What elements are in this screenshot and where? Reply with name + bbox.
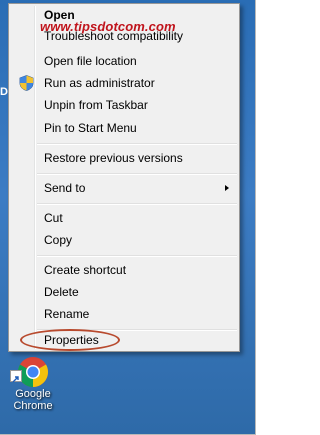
- context-menu: Open Troubleshoot compatibility Open fil…: [8, 3, 240, 352]
- menu-separator: [37, 143, 237, 145]
- menu-separator: [37, 173, 237, 175]
- shortcut-label-line1: Google: [15, 388, 51, 400]
- menu-item-delete[interactable]: Delete: [11, 281, 237, 303]
- menu-item-label: Properties: [44, 333, 99, 347]
- menu-separator: [37, 255, 237, 257]
- menu-item-label: Send to: [44, 181, 86, 195]
- shortcut-label: Google Chrome: [8, 388, 58, 412]
- menu-item-label: Rename: [44, 307, 90, 321]
- menu-item-label: Copy: [44, 233, 73, 247]
- menu-item-label: Create shortcut: [44, 263, 127, 277]
- menu-item-properties[interactable]: Properties: [11, 331, 237, 350]
- menu-item-run-as-admin[interactable]: Run as administrator: [11, 72, 237, 94]
- menu-item-label: Pin to Start Menu: [44, 121, 137, 135]
- menu-item-label: Restore previous versions: [44, 151, 183, 165]
- watermark-text: www.tipsdotcom.com: [40, 19, 176, 34]
- menu-item-cut[interactable]: Cut: [11, 207, 237, 229]
- uac-shield-icon: [19, 75, 34, 91]
- menu-item-label: Cut: [44, 211, 63, 225]
- menu-item-open-file-location[interactable]: Open file location: [11, 50, 237, 72]
- menu-item-create-shortcut[interactable]: Create shortcut: [11, 259, 237, 281]
- menu-item-send-to[interactable]: Send to: [11, 177, 237, 199]
- shortcut-label-line2: Chrome: [13, 400, 53, 412]
- desktop-label-fragment: D: [0, 86, 8, 98]
- menu-item-label: Run as administrator: [44, 76, 155, 90]
- menu-item-restore-versions[interactable]: Restore previous versions: [11, 147, 237, 169]
- menu-item-pin-start-menu[interactable]: Pin to Start Menu: [11, 117, 237, 139]
- menu-item-label: Delete: [44, 285, 79, 299]
- desktop-shortcut-google-chrome[interactable]: Google Chrome: [8, 352, 58, 422]
- menu-item-unpin-taskbar[interactable]: Unpin from Taskbar: [11, 94, 237, 116]
- menu-item-label: Open file location: [44, 54, 137, 68]
- menu-item-copy[interactable]: Copy: [11, 229, 237, 251]
- menu-item-label: Unpin from Taskbar: [44, 98, 148, 112]
- menu-item-rename[interactable]: Rename: [11, 303, 237, 325]
- menu-separator: [37, 203, 237, 205]
- submenu-arrow-icon: [225, 185, 229, 191]
- shortcut-arrow-icon: [10, 370, 22, 383]
